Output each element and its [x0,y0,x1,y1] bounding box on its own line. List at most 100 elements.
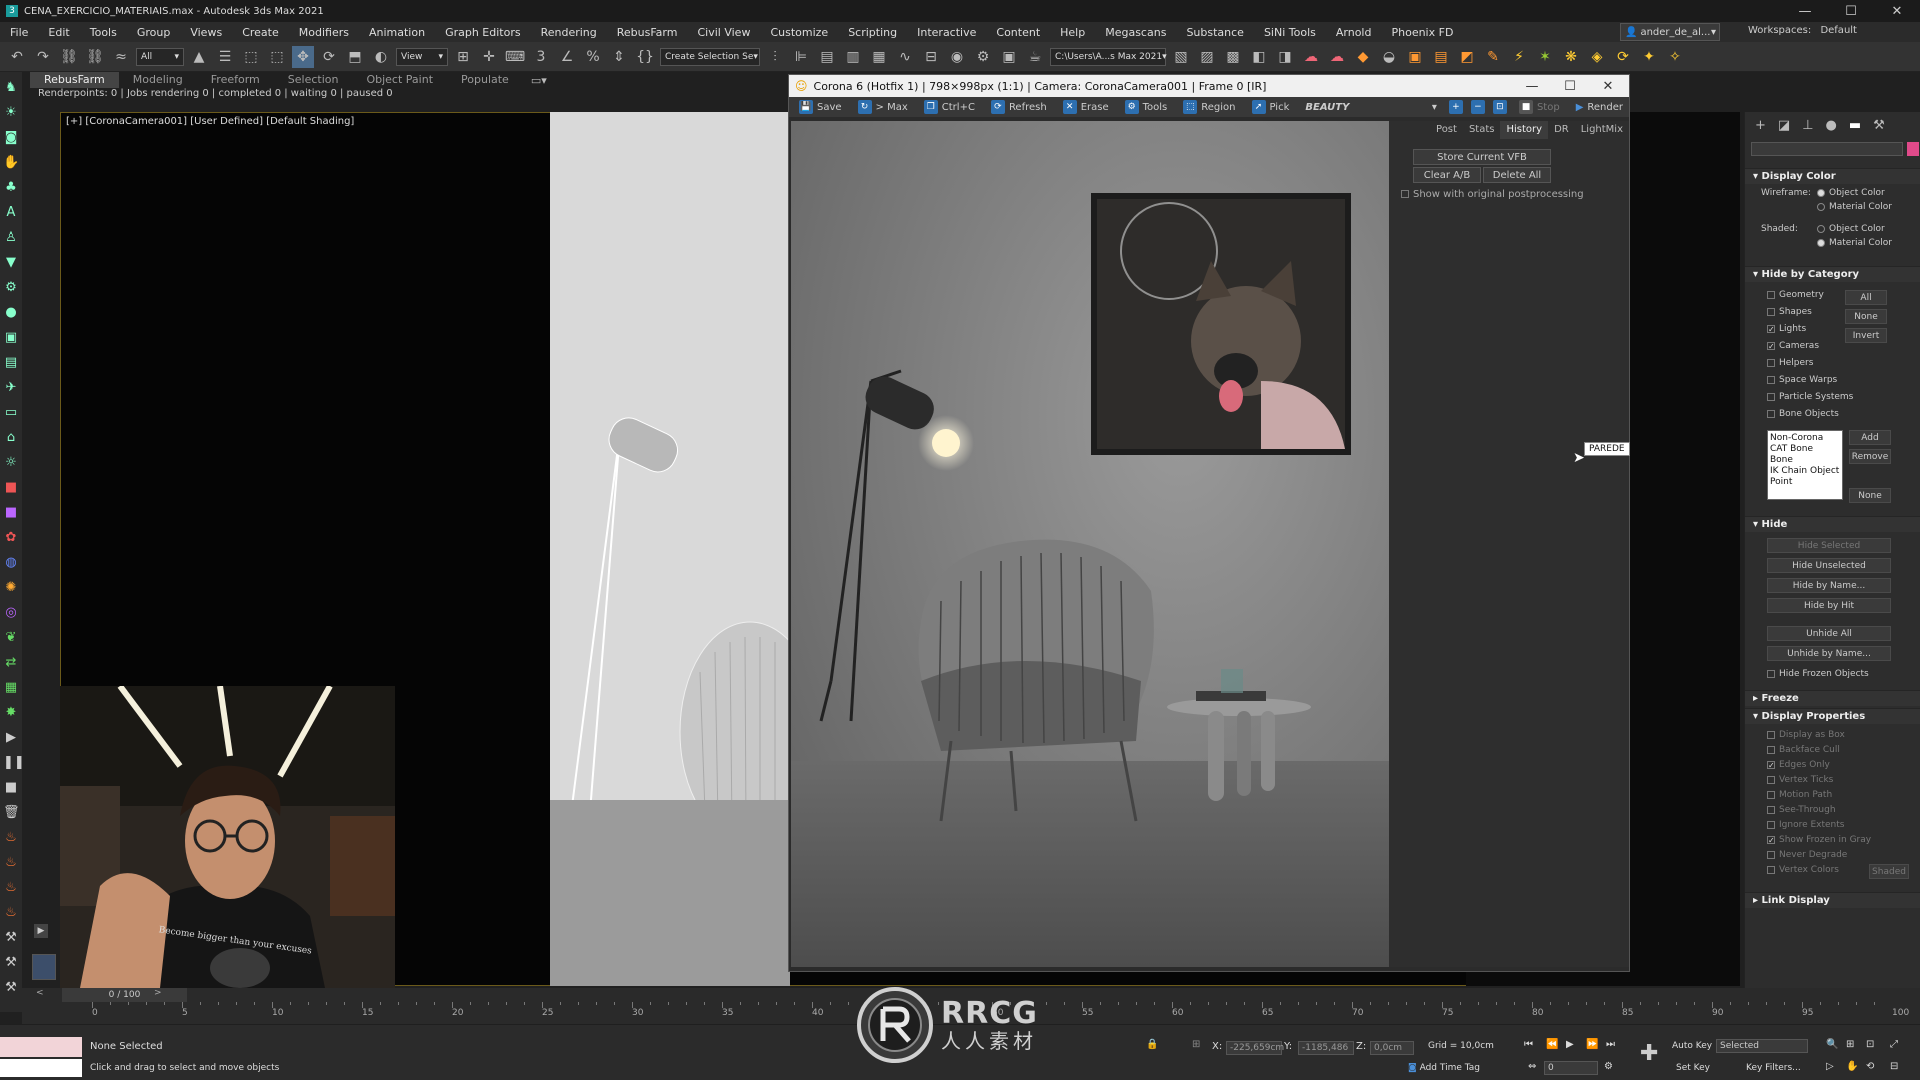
category-filter-list[interactable]: Non-Corona CAT Bone Bone IK Chain Object… [1767,430,1843,500]
tab-rebusfarm[interactable]: RebusFarm [30,72,119,88]
menu-create[interactable]: Create [232,26,289,39]
key-selection-dropdown[interactable]: Selected [1716,1039,1808,1053]
mini-listener-icon[interactable] [32,954,56,980]
prop-show-frozen-gray[interactable]: ✓ Show Frozen in Gray [1767,835,1871,845]
category-none-list-button[interactable]: None [1849,488,1891,503]
reference-coord-dropdown[interactable]: View ▾ [396,47,448,66]
named-selection-sets-dropdown[interactable]: Create Selection Se ▾ [660,47,760,66]
sphere-icon[interactable]: ● [3,305,19,321]
toolbar-plugin-icon-9[interactable]: ◒ [1378,46,1400,68]
select-manipulate-icon[interactable]: ✛ [478,46,500,68]
prop-never-degrade[interactable]: Never Degrade [1767,850,1847,860]
vfb-minimize-button[interactable]: — [1513,75,1551,97]
tab-modeling[interactable]: Modeling [119,72,197,88]
menu-views[interactable]: Views [180,26,232,39]
vfb-region-button[interactable]: ⬚ Region [1177,100,1241,114]
unhide-all-button[interactable]: Unhide All [1767,626,1891,641]
menu-rebusfarm[interactable]: RebusFarm [607,26,688,39]
bind-spacewarp-icon[interactable]: ≈ [110,46,132,68]
pan-view-icon[interactable]: ✋ [1846,1061,1858,1072]
category-remove-button[interactable]: Remove [1849,449,1891,464]
list-item[interactable]: Point [1770,477,1840,488]
category-particle-systems[interactable]: Particle Systems [1767,392,1853,402]
previous-frame-icon[interactable]: ⏪ [1546,1039,1558,1050]
person-icon[interactable]: ♙ [3,230,19,246]
select-by-name-icon[interactable]: ☰ [214,46,236,68]
time-slider[interactable]: 0 / 100 [62,988,187,1002]
plane-icon[interactable]: ▭ [3,405,19,421]
bird-icon[interactable]: ✈ [3,380,19,396]
fire4-icon[interactable]: ♨ [3,905,19,921]
toolbar-plugin-icon-12[interactable]: ◩ [1456,46,1478,68]
display-tab-icon[interactable]: ▬ [1849,118,1861,133]
viewport-toggle-icon[interactable]: ⊟ [1890,1061,1898,1072]
field-of-view-icon[interactable]: ▷ [1826,1061,1834,1072]
modify-tab-icon[interactable]: ◪ [1778,118,1790,133]
store-current-vfb-button[interactable]: Store Current VFB [1413,149,1551,165]
pause-icon[interactable]: ❚❚ [3,755,25,771]
bulb-icon[interactable]: ☼ [3,455,19,471]
hide-unselected-button[interactable]: Hide Unselected [1767,558,1891,573]
toggle-layer-explorer-icon[interactable]: ▥ [842,46,864,68]
freeze-rollout[interactable]: ▸ Freeze [1745,690,1920,706]
toolbar-plugin-icon-20[interactable]: ✧ [1664,46,1686,68]
trash-icon[interactable]: 🗑 [3,805,20,821]
shaded-object-color-radio[interactable]: Object Color [1817,224,1885,234]
wireframe-material-color-radio[interactable]: Material Color [1817,202,1892,212]
vfb-title-bar[interactable]: ☺ Corona 6 (Hotfix 1) | 798×998px (1:1) … [789,75,1629,97]
sofa-icon[interactable]: ⌂ [3,430,19,446]
vfb-tab-history[interactable]: History [1500,121,1549,139]
gear-icon[interactable]: ⚙ [3,280,19,296]
undo-icon[interactable]: ↶ [6,46,28,68]
box-icon[interactable]: ▣ [3,330,19,346]
add-time-tag[interactable]: ◙ Add Time Tag [1408,1063,1480,1073]
shaded-material-color-radio[interactable]: Material Color [1817,238,1892,248]
place-icon[interactable]: ◐ [370,46,392,68]
toolbar-plugin-icon-6[interactable]: ☁ [1300,46,1322,68]
hide-rollout[interactable]: ▾ Hide [1745,516,1920,532]
vfb-close-button[interactable]: ✕ [1589,75,1627,97]
prop-see-through[interactable]: See-Through [1767,805,1836,815]
window-crossing-icon[interactable]: ⬚ [266,46,288,68]
rendered-image[interactable] [791,121,1389,967]
list-item[interactable]: Bone [1770,455,1840,466]
edit-named-sets-icon[interactable]: {} [634,46,656,68]
toolbar-plugin-icon-18[interactable]: ⟳ [1612,46,1634,68]
material-editor-icon[interactable]: ◉ [946,46,968,68]
menu-help[interactable]: Help [1050,26,1095,39]
ribbon-options-icon[interactable]: ▭▾ [531,74,547,87]
toolbar-plugin-icon-4[interactable]: ◧ [1248,46,1270,68]
menu-modifiers[interactable]: Modifiers [289,26,359,39]
curve-editor-icon[interactable]: ∿ [894,46,916,68]
category-add-button[interactable]: Add [1849,430,1891,445]
vfb-pick-button[interactable]: ➚ Pick [1246,100,1296,114]
hide-by-hit-button[interactable]: Hide by Hit [1767,598,1891,613]
auto-key-button[interactable]: Auto Key [1672,1041,1712,1051]
panel-icon[interactable]: ▤ [3,355,19,371]
toolbar-plugin-icon-16[interactable]: ❋ [1560,46,1582,68]
vfb-maximize-button[interactable]: ☐ [1551,75,1589,97]
object-name-field[interactable] [1751,142,1903,156]
category-all-button[interactable]: All [1845,290,1887,305]
toggle-ribbon-icon[interactable]: ▦ [868,46,890,68]
toolbar-plugin-icon-14[interactable]: ⚡ [1508,46,1530,68]
menu-phoenix-fd[interactable]: Phoenix FD [1381,26,1463,39]
lock-selection-icon[interactable]: 🔒 [1146,1039,1158,1050]
category-none-button[interactable]: None [1845,309,1887,324]
vfb-tab-dr[interactable]: DR [1548,121,1575,139]
zoom-out-icon[interactable]: − [1469,100,1487,114]
flower-red-icon[interactable]: ✿ [3,530,19,546]
create-tab-icon[interactable]: + [1755,118,1766,133]
object-color-swatch[interactable] [1907,142,1919,156]
time-next-icon[interactable]: > [154,988,162,998]
zoom-viewport-icon[interactable]: 🔍 [1826,1039,1838,1050]
zoom-fit-icon[interactable]: ⊡ [1491,100,1509,114]
display-properties-rollout[interactable]: ▾ Display Properties [1745,708,1920,724]
toolbar-plugin-icon-8[interactable]: ◆ [1352,46,1374,68]
bucket-icon[interactable]: ▼ [3,255,19,271]
vfb-tab-stats[interactable]: Stats [1463,121,1501,139]
set-key-button[interactable]: Set Key [1676,1063,1710,1073]
maximize-button[interactable]: ☐ [1828,0,1874,22]
set-key-icon[interactable]: ✚ [1640,1041,1658,1066]
rect-selection-icon[interactable]: ⬚ [240,46,262,68]
